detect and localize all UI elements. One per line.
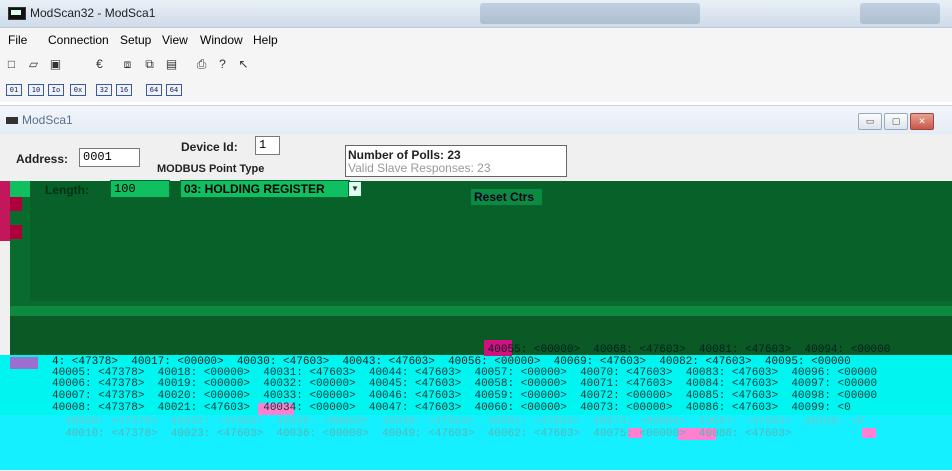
coil-icon[interactable]: 01 bbox=[6, 84, 22, 96]
write-icon[interactable]: 16 bbox=[116, 84, 132, 96]
data-row: 40006: <47378> 40019: <00000> 40032: <00… bbox=[52, 378, 878, 390]
valid-responses: Valid Slave Responses: 23 bbox=[348, 161, 491, 175]
child-title-bar: ModSca1 ▭ ▢ ✕ bbox=[0, 106, 952, 134]
new-icon[interactable]: □ bbox=[4, 57, 19, 72]
disconnect-icon[interactable]: ⧉ bbox=[142, 57, 157, 72]
analog-write-icon[interactable]: 64 bbox=[166, 84, 182, 96]
modbus-type-label: MODBUS Point Type bbox=[157, 163, 265, 175]
device-id-field[interactable]: 1 bbox=[255, 136, 280, 155]
menu-setup[interactable]: Setup bbox=[120, 33, 151, 47]
main-toolbar: □ ▱ ▣ € ⧈ ⧉ ▤ ⎙ ? ↖ bbox=[0, 52, 952, 78]
menu-bar: File Connection Setup View Window Help bbox=[0, 28, 952, 52]
data-row: 40007: <47378> 40020: <00000> 40033: <00… bbox=[52, 390, 878, 402]
connect-icon[interactable]: ⧈ bbox=[120, 57, 135, 72]
context-help-icon[interactable]: ↖ bbox=[236, 57, 251, 72]
menu-window[interactable]: Window bbox=[200, 33, 243, 47]
read-icon[interactable]: 32 bbox=[96, 84, 112, 96]
save-icon[interactable]: ▣ bbox=[48, 57, 63, 72]
device-id-label: Device Id: bbox=[181, 140, 238, 154]
menu-view[interactable]: View bbox=[162, 33, 188, 47]
polls-panel: Number of Polls: 23 Valid Slave Response… bbox=[345, 145, 567, 177]
register-toolbar: 01 10 Io 0x 32 16 64 64 bbox=[0, 78, 952, 102]
close-button[interactable]: ✕ bbox=[910, 113, 934, 130]
minimize-button[interactable]: ▭ bbox=[858, 113, 882, 130]
polls-count: Number of Polls: 23 bbox=[348, 148, 461, 162]
app-icon bbox=[8, 7, 26, 20]
data-row: 40055: <00000> 40068: <47603> 40081: <47… bbox=[52, 344, 891, 356]
help-icon[interactable]: ? bbox=[215, 57, 230, 72]
monitor-icon[interactable]: ▤ bbox=[164, 57, 179, 72]
maximize-button[interactable]: ▢ bbox=[884, 113, 908, 130]
data-row: 40008: <47378> 40021: <47603> 40034: <00… bbox=[52, 402, 851, 414]
length-label: Length: bbox=[45, 183, 89, 197]
point-type-select[interactable]: 03: HOLDING REGISTER bbox=[180, 180, 350, 198]
title-blur-region bbox=[480, 3, 700, 24]
analog-icon[interactable]: 64 bbox=[146, 84, 162, 96]
open-icon[interactable]: ▱ bbox=[26, 57, 41, 72]
address-label: Address: bbox=[16, 152, 69, 166]
data-row: 40010: <47378> 40023: <47603> 40036: <00… bbox=[52, 428, 792, 440]
display-region bbox=[10, 181, 952, 357]
title-bar: ModScan32 - ModSca1 bbox=[0, 0, 952, 28]
address-field[interactable]: 0001 bbox=[79, 148, 140, 167]
data-row: 40009: <47378> 40022: <47603> 40035: <00… bbox=[52, 416, 864, 428]
window-title: ModScan32 - ModSca1 bbox=[30, 6, 156, 20]
child-title: ModSca1 bbox=[22, 113, 73, 127]
window-controls[interactable] bbox=[860, 3, 940, 24]
child-icon bbox=[6, 117, 18, 124]
holding-icon[interactable]: Io bbox=[48, 84, 64, 96]
reset-button[interactable]: Reset Ctrs bbox=[470, 188, 543, 206]
chevron-down-icon[interactable]: ▼ bbox=[348, 181, 362, 197]
menu-file[interactable]: File bbox=[8, 33, 27, 47]
menu-help[interactable]: Help bbox=[253, 33, 278, 47]
menu-connection[interactable]: Connection bbox=[48, 33, 109, 47]
euro-icon[interactable]: € bbox=[92, 57, 107, 72]
input-status-icon[interactable]: 10 bbox=[28, 84, 44, 96]
input-register-icon[interactable]: 0x bbox=[70, 84, 86, 96]
length-field[interactable]: 100 bbox=[110, 180, 170, 198]
print-icon[interactable]: ⎙ bbox=[194, 57, 209, 72]
